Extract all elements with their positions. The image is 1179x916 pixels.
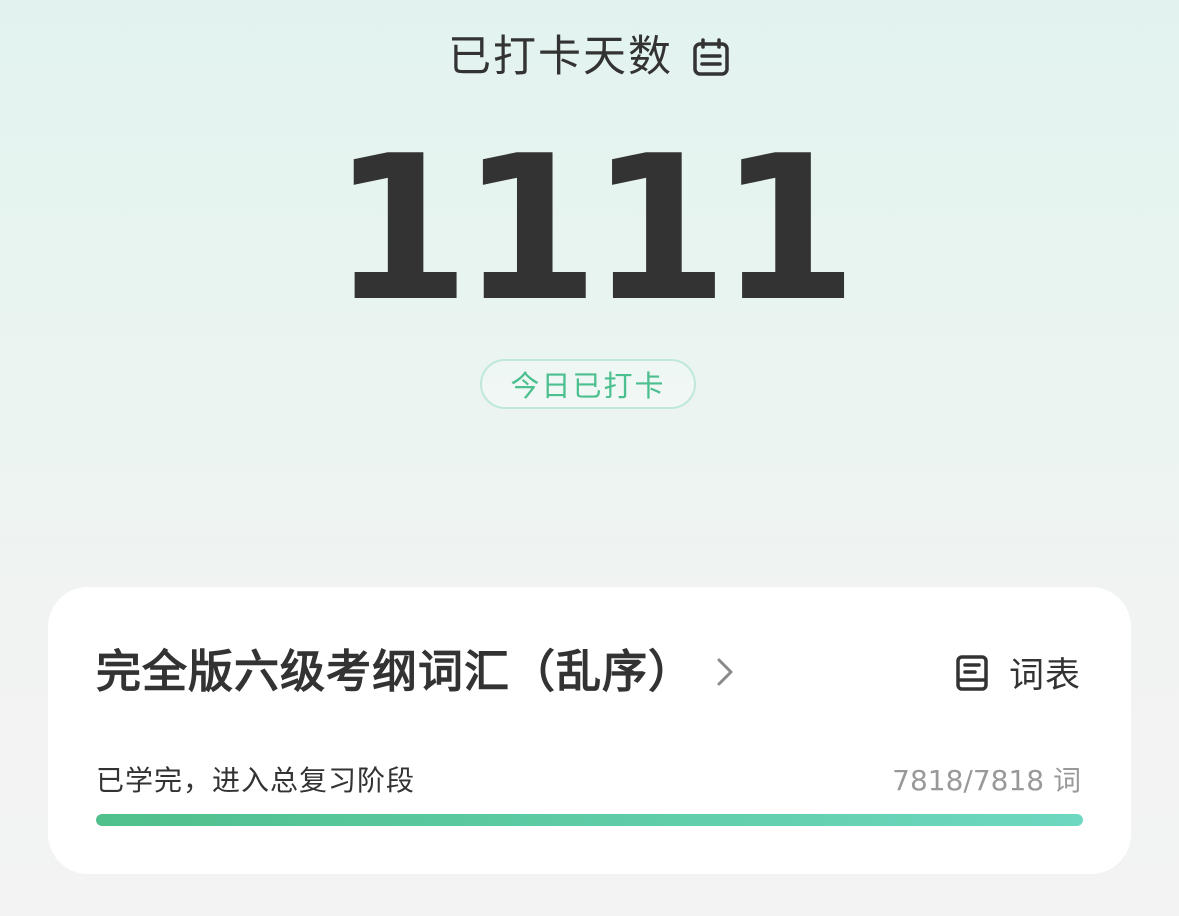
checkin-days-count: 1111 (331, 113, 858, 346)
checkin-header: 已打卡天数 (0, 30, 1179, 84)
book-card: 完全版六级考纲词汇（乱序） 词表 已学完，进入总复习阶段 7818/7818 词 (48, 587, 1131, 874)
book-title: 完全版六级考纲词汇（乱序） (96, 645, 695, 698)
book-title-link[interactable]: 完全版六级考纲词汇（乱序） (96, 637, 738, 707)
wordlist-label: 词表 (1008, 656, 1081, 696)
today-checked-in-badge: 今日已打卡 (480, 359, 696, 409)
chevron-right-icon (712, 652, 738, 692)
wordlist-icon (955, 654, 989, 692)
progress-count-text: 7818/7818 词 (892, 764, 1081, 797)
wordlist-button[interactable]: 词表 (955, 647, 1081, 698)
calendar-icon[interactable] (691, 37, 731, 77)
checkin-title: 已打卡天数 (448, 32, 673, 82)
progress-bar-fill (96, 814, 1083, 826)
progress-bar (96, 814, 1083, 826)
progress-status-text: 已学完，进入总复习阶段 (96, 764, 416, 797)
